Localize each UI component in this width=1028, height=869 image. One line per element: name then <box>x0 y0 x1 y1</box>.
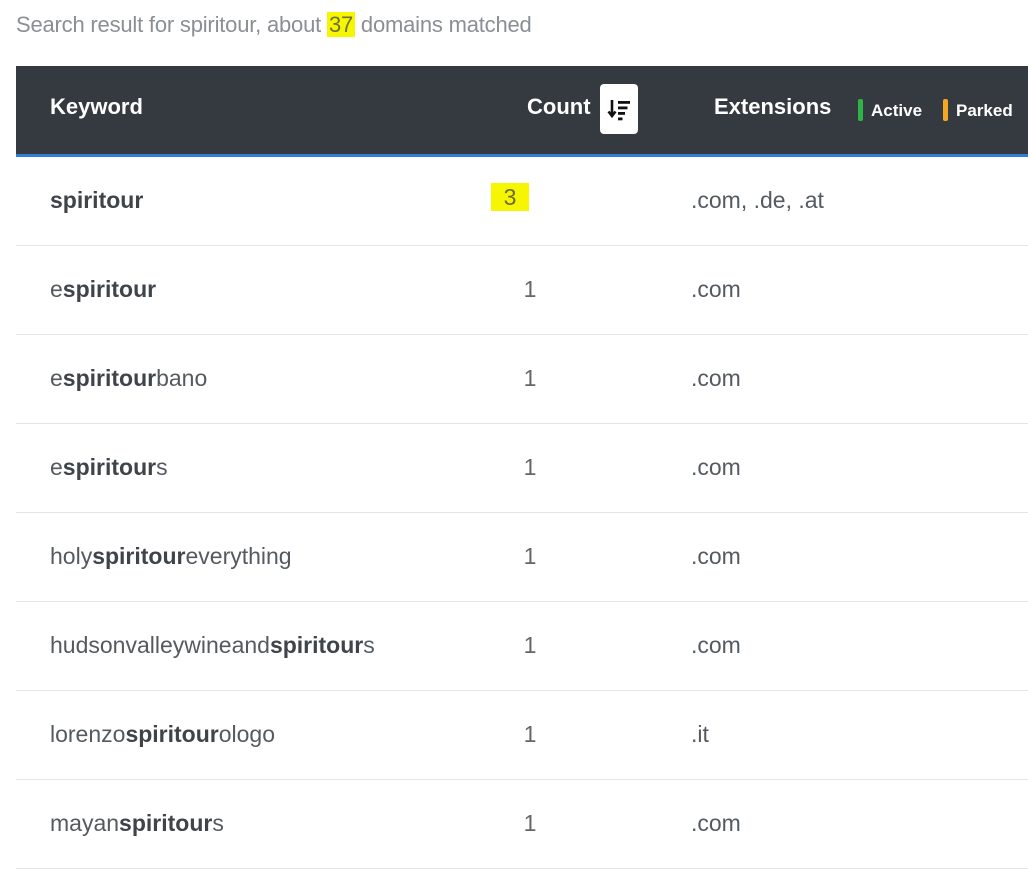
match-count: 37 <box>326 12 356 37</box>
extensions-cell: .com <box>691 810 741 836</box>
keyword-suffix: ologo <box>218 721 275 747</box>
count-cell: 1 <box>523 721 537 747</box>
parked-indicator-icon <box>943 99 948 121</box>
summary-prefix: Search result for spiritour, about <box>16 12 327 37</box>
keyword-cell[interactable]: mayanspiritours <box>50 810 224 837</box>
keyword-suffix: s <box>212 810 224 836</box>
count-cell: 1 <box>523 454 537 480</box>
keyword-cell[interactable]: holyspiritoureverything <box>50 543 292 570</box>
keyword-cell[interactable]: spiritour <box>50 187 143 214</box>
table-row: espiritours 1 .com <box>16 424 1028 513</box>
keyword-suffix: bano <box>156 365 208 391</box>
extensions-cell: .com <box>691 632 741 658</box>
table-row: espiritour 1 .com <box>16 246 1028 335</box>
keyword-suffix: everything <box>185 543 292 569</box>
table-header: Keyword Count Extensions Active Parked <box>16 66 1028 157</box>
extensions-cell: .com <box>691 543 741 569</box>
keyword-suffix: s <box>363 632 375 658</box>
keyword-prefix: lorenzo <box>50 721 126 747</box>
keyword-cell[interactable]: espiritour <box>50 276 156 303</box>
active-indicator-icon <box>858 99 863 121</box>
extensions-cell: .com <box>691 365 741 391</box>
legend-active: Active <box>858 99 922 121</box>
keyword-match: spiritour <box>92 543 186 569</box>
keyword-cell[interactable]: lorenzospiritourologo <box>50 721 275 748</box>
extensions-cell: .com <box>691 276 741 302</box>
sort-descending-icon <box>607 100 630 121</box>
keyword-match: spiritour <box>62 365 157 391</box>
count-cell: 1 <box>523 543 537 569</box>
keyword-match: spiritour <box>125 721 219 747</box>
extensions-cell: .com, .de, .at <box>691 187 824 213</box>
table-row: hudsonvalleywineandspiritours 1 .com <box>16 602 1028 691</box>
keyword-match: spiritour <box>119 810 213 836</box>
column-header-keyword: Keyword <box>50 94 143 119</box>
legend-parked: Parked <box>943 99 1013 121</box>
keyword-suffix: s <box>156 454 168 480</box>
count-cell: 1 <box>523 632 537 658</box>
keyword-match: spiritour <box>62 276 157 302</box>
keyword-match: spiritour <box>62 454 157 480</box>
count-cell: 3 <box>491 183 529 211</box>
domain-results-table: Keyword Count Extensions Active Parked s… <box>16 66 1028 869</box>
keyword-prefix: e <box>50 276 63 302</box>
table-row: holyspiritoureverything 1 .com <box>16 513 1028 602</box>
keyword-prefix: mayan <box>50 810 120 836</box>
keyword-cell[interactable]: hudsonvalleywineandspiritours <box>50 632 375 659</box>
table-row: mayanspiritours 1 .com <box>16 780 1028 869</box>
search-summary: Search result for spiritour, about 37 do… <box>16 12 532 38</box>
column-header-extensions: Extensions <box>714 94 832 119</box>
table-row: spiritour 3 .com, .de, .at <box>16 157 1028 246</box>
keyword-prefix: hudsonvalleywineand <box>50 632 270 658</box>
table-body: spiritour 3 .com, .de, .at espiritour 1 .com e… <box>16 157 1028 869</box>
keyword-match: spiritour <box>269 632 364 658</box>
table-row: lorenzospiritourologo 1 .it <box>16 691 1028 780</box>
summary-suffix: domains matched <box>355 12 532 37</box>
extensions-cell: .com <box>691 454 741 480</box>
count-cell: 1 <box>523 810 537 836</box>
column-header-count: Count <box>527 94 591 119</box>
keyword-match: spiritour <box>50 187 144 213</box>
keyword-cell[interactable]: espiritours <box>50 454 168 481</box>
keyword-prefix: e <box>50 454 63 480</box>
count-cell: 1 <box>523 365 537 391</box>
table-row: espiritourbano 1 .com <box>16 335 1028 424</box>
keyword-prefix: holy <box>50 543 93 569</box>
keyword-prefix: e <box>50 365 63 391</box>
count-cell: 1 <box>523 276 537 302</box>
keyword-cell[interactable]: espiritourbano <box>50 365 207 392</box>
sort-count-button[interactable] <box>600 84 638 134</box>
extensions-cell: .it <box>691 721 709 747</box>
